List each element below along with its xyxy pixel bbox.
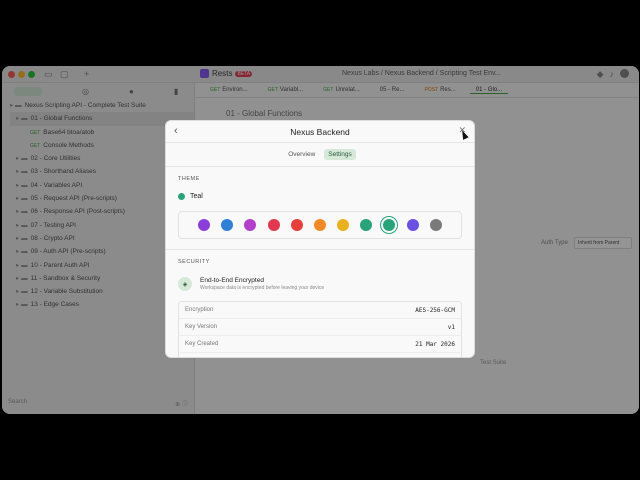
- theme-section-label: THEME: [178, 176, 200, 182]
- encryption-description: Workspace data is encrypted before leavi…: [200, 285, 325, 291]
- color-swatch[interactable]: [313, 219, 326, 231]
- screen: ▭ ▢ + Rests BETA Nexus Labs / Nexus Back…: [0, 0, 640, 480]
- security-row: Status● Active: [179, 353, 461, 357]
- security-row-value: AES-256-GCM: [415, 306, 455, 314]
- color-swatch[interactable]: [383, 219, 396, 231]
- color-swatch[interactable]: [406, 219, 419, 231]
- workspace-settings-modal: ‹ Nexus Backend ✕ Overview Settings THEME…: [165, 120, 475, 358]
- security-row: Key Created 21 Mar 2026: [179, 336, 461, 353]
- color-swatch[interactable]: [198, 219, 211, 231]
- color-swatch[interactable]: [244, 219, 257, 231]
- tab-overview[interactable]: Overview: [284, 149, 319, 160]
- color-swatch[interactable]: [290, 219, 303, 231]
- security-row-label: Key Version: [185, 324, 218, 330]
- color-swatch[interactable]: [337, 219, 350, 231]
- encryption-title: End-to-End Encrypted: [200, 277, 264, 284]
- lock-icon: ◈: [178, 277, 192, 291]
- theme-name: Teal: [190, 192, 203, 200]
- security-row-value: 21 Mar 2026: [415, 340, 455, 348]
- security-details: Encryption AES-256-GCM Key Version v1 Key Cr…: [178, 301, 462, 357]
- tab-settings[interactable]: Settings: [324, 149, 356, 160]
- security-row: Key Version v1: [179, 319, 461, 336]
- encryption-status: ◈ End-to-End Encrypted Workspace data is…: [178, 273, 462, 295]
- theme-swatches: [178, 211, 462, 239]
- color-swatch[interactable]: [221, 219, 234, 231]
- color-swatch[interactable]: [267, 219, 280, 231]
- security-row: Encryption AES-256-GCM: [179, 302, 461, 319]
- security-section-label: SECURITY: [178, 259, 210, 265]
- color-swatch[interactable]: [429, 219, 442, 231]
- security-row-label: Encryption: [185, 307, 214, 313]
- color-swatch[interactable]: [360, 219, 373, 231]
- selected-theme: Teal: [178, 188, 462, 204]
- modal-title: Nexus Backend: [290, 127, 350, 137]
- theme-color-dot: [178, 192, 185, 200]
- security-row-label: Key Created: [185, 341, 219, 347]
- security-row-value: v1: [447, 323, 455, 331]
- modal-tabs: Overview Settings: [166, 143, 474, 167]
